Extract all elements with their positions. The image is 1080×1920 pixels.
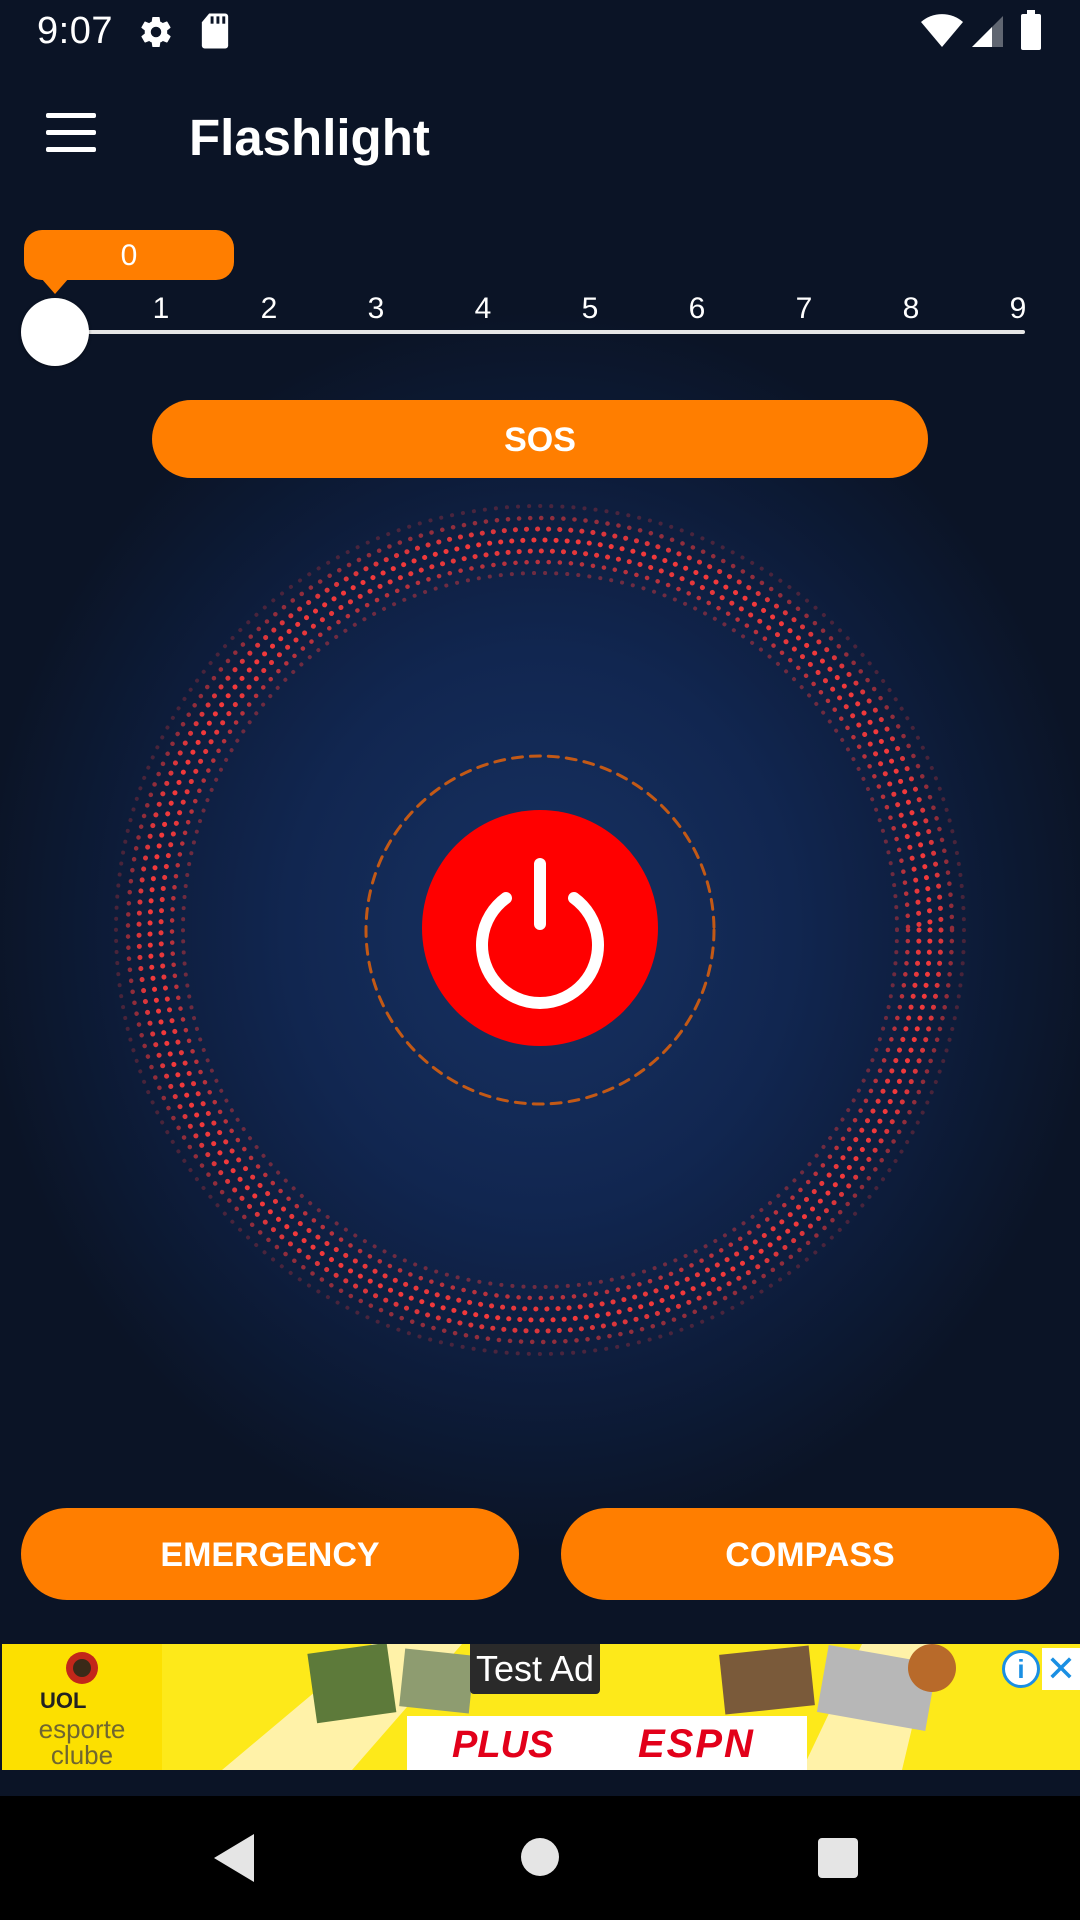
signal-icon bbox=[972, 16, 1003, 47]
ad-brand-espn: ESPN bbox=[638, 1722, 755, 1766]
slider-bubble-pointer bbox=[41, 278, 69, 294]
flashlight-screen: 9:07 Flashlight 0 1 2 3 4 5 6 7 8 9 SOS … bbox=[0, 0, 1080, 1920]
back-icon[interactable] bbox=[214, 1834, 254, 1882]
ad-spacer bbox=[0, 1770, 1080, 1796]
wifi-icon bbox=[921, 14, 963, 47]
ad-label: Test Ad bbox=[470, 1644, 601, 1694]
ad-brand-logo: UOL esporte clube bbox=[2, 1644, 162, 1770]
ad-helmet-icon bbox=[66, 1652, 98, 1684]
battery-icon bbox=[1021, 10, 1041, 50]
slider-tick-label: 5 bbox=[581, 292, 599, 325]
power-button[interactable] bbox=[422, 810, 658, 1046]
slider-thumb[interactable] bbox=[21, 298, 89, 366]
slider-tick-label: 2 bbox=[260, 292, 278, 325]
home-icon[interactable] bbox=[521, 1838, 559, 1876]
slider-tick-label: 3 bbox=[367, 292, 385, 325]
ad-brand-plus: PLUS bbox=[452, 1724, 554, 1766]
strobe-level-slider[interactable]: 0 1 2 3 4 5 6 7 8 9 bbox=[0, 220, 1080, 380]
app-bar: Flashlight bbox=[0, 63, 1080, 210]
slider-tick-label: 4 bbox=[474, 292, 492, 325]
info-icon[interactable]: i bbox=[1002, 1650, 1040, 1688]
menu-icon[interactable] bbox=[34, 103, 112, 163]
sd-card-icon bbox=[201, 13, 229, 49]
close-icon[interactable]: ✕ bbox=[1042, 1648, 1080, 1690]
status-bar: 9:07 bbox=[0, 0, 1080, 63]
emergency-button[interactable]: EMERGENCY bbox=[21, 1508, 519, 1600]
slider-track[interactable] bbox=[55, 330, 1025, 334]
navigation-bar bbox=[0, 1796, 1080, 1920]
gear-icon bbox=[141, 17, 171, 48]
slider-tick-label: 7 bbox=[795, 292, 813, 325]
compass-button[interactable]: COMPASS bbox=[561, 1508, 1059, 1600]
page-title: Flashlight bbox=[189, 109, 430, 166]
power-icon bbox=[476, 858, 604, 1009]
slider-value-bubble: 0 bbox=[24, 230, 234, 280]
slider-tick-label: 9 bbox=[1009, 292, 1027, 325]
ad-brand-esporte: esporte clube bbox=[38, 1714, 126, 1770]
recents-icon[interactable] bbox=[818, 1838, 858, 1878]
slider-tick-label: 6 bbox=[688, 292, 706, 325]
sos-button[interactable]: SOS bbox=[152, 400, 928, 478]
ad-brand-uol: UOL bbox=[40, 1688, 87, 1713]
status-time: 9:07 bbox=[37, 10, 113, 52]
ad-banner[interactable]: UOL esporte clube PLUS ESPN Test Ad i ✕ bbox=[2, 1644, 1080, 1770]
slider-tick-label: 1 bbox=[152, 292, 170, 325]
slider-tick-label: 8 bbox=[902, 292, 920, 325]
